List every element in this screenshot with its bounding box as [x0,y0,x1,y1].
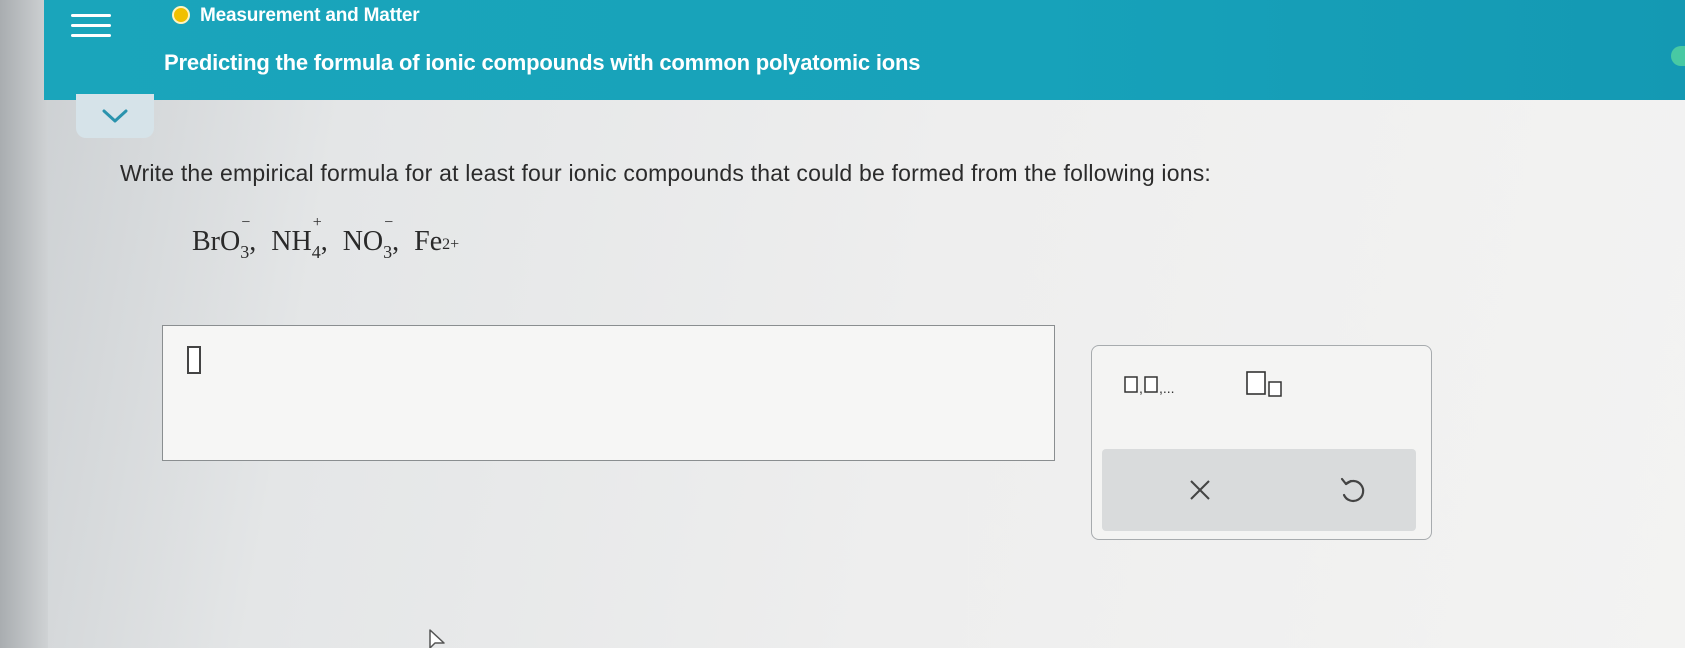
subscript-template-icon [1246,371,1282,397]
progress-dot-icon [172,6,190,24]
chevron-down-icon [102,109,128,123]
ion-no3: NO3− [342,214,394,262]
screen-bezel [0,0,48,648]
hamburger-menu-icon[interactable] [44,0,138,50]
comma-list-template-icon: , ,... [1124,376,1175,396]
math-palette: , ,... [1091,345,1432,540]
ion-list: BrO3−, NH4 +, NO3−, Fe 2+ [192,214,460,262]
page-title: Predicting the formula of ionic compound… [164,50,921,75]
topic-title: Measurement and Matter [200,5,420,26]
list-template-button[interactable]: , ,... [1120,368,1198,400]
subscript-template-button[interactable] [1238,366,1298,402]
clear-button[interactable] [1172,465,1228,515]
undo-icon [1340,477,1365,503]
svg-text:,...: ,... [1159,380,1175,396]
svg-text:,: , [1139,380,1143,396]
palette-action-bar [1102,449,1416,531]
input-placeholder-box[interactable] [187,346,201,374]
answer-input[interactable] [162,325,1055,461]
collapse-button[interactable] [76,94,154,138]
ion-nh4: NH4 + [271,214,322,262]
mouse-pointer-icon [429,629,445,648]
side-panel-tab[interactable] [1671,46,1685,66]
ion-bro3: BrO3− [192,214,251,262]
undo-button[interactable] [1324,465,1380,515]
question-prompt: Write the empirical formula for at least… [120,160,1211,186]
ion-fe: Fe 2+ [414,226,460,257]
clear-x-icon [1190,480,1210,500]
